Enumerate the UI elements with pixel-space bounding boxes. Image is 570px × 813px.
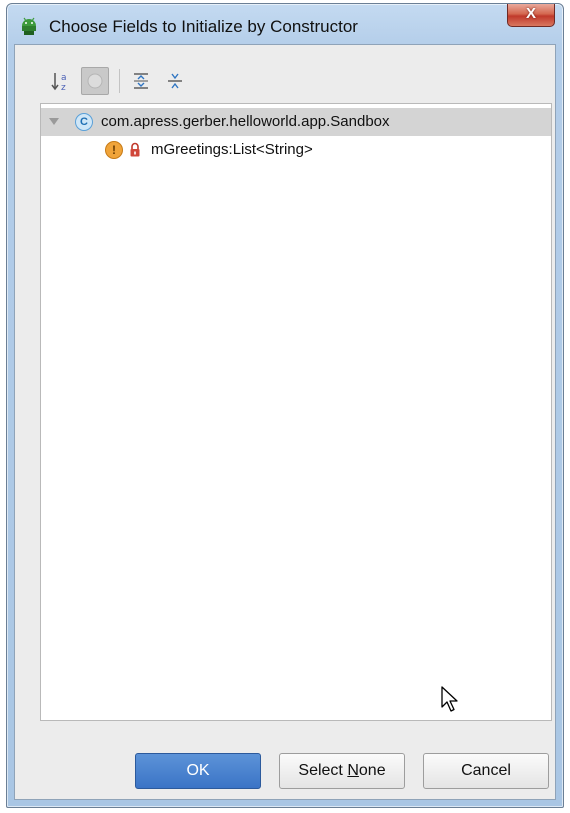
select-none-label-suffix: one bbox=[358, 762, 386, 779]
collapse-triangle-icon[interactable] bbox=[49, 118, 59, 126]
dialog-window: Choose Fields to Initialize by Construct… bbox=[6, 3, 564, 808]
ok-button[interactable]: OK bbox=[135, 753, 261, 789]
sort-alphabetically-button[interactable]: a z bbox=[47, 67, 75, 95]
mouse-cursor-icon bbox=[441, 686, 458, 712]
svg-text:z: z bbox=[61, 83, 66, 92]
toolbar-separator bbox=[119, 69, 120, 93]
select-none-button[interactable]: Select None bbox=[279, 753, 405, 789]
fields-tree[interactable]: C com.apress.gerber.helloworld.app.Sandb… bbox=[40, 103, 552, 721]
dialog-content: a z C com.apress.gerber.helloworld.app.S… bbox=[14, 44, 556, 800]
private-lock-icon bbox=[130, 142, 140, 157]
class-icon: C bbox=[75, 113, 93, 131]
show-classes-icon bbox=[87, 73, 103, 89]
class-label: com.apress.gerber.helloworld.app.Sandbox bbox=[101, 113, 390, 130]
show-classes-button[interactable] bbox=[81, 67, 109, 95]
cancel-button[interactable]: Cancel bbox=[423, 753, 549, 789]
svg-text:a: a bbox=[61, 73, 67, 83]
tree-row-field[interactable]: ! mGreetings:List<String> bbox=[41, 136, 551, 164]
sort-alphabetically-icon: a z bbox=[51, 73, 67, 92]
select-none-label-prefix: Select bbox=[298, 762, 348, 779]
collapse-all-button[interactable] bbox=[161, 67, 189, 95]
close-button[interactable]: X bbox=[507, 4, 555, 27]
expand-all-button[interactable] bbox=[127, 67, 155, 95]
expand-all-icon bbox=[134, 73, 148, 89]
field-label: mGreetings:List<String> bbox=[151, 141, 313, 158]
select-none-mnemonic: N bbox=[347, 762, 359, 779]
dialog-title: Choose Fields to Initialize by Construct… bbox=[49, 17, 358, 36]
field-warning-icon: ! bbox=[105, 141, 123, 159]
tree-row-class[interactable]: C com.apress.gerber.helloworld.app.Sandb… bbox=[41, 108, 551, 136]
android-studio-icon bbox=[22, 17, 36, 35]
collapse-all-icon bbox=[168, 73, 182, 89]
toolbar: a z bbox=[15, 45, 555, 103]
title-bar[interactable]: Choose Fields to Initialize by Construct… bbox=[7, 4, 563, 44]
